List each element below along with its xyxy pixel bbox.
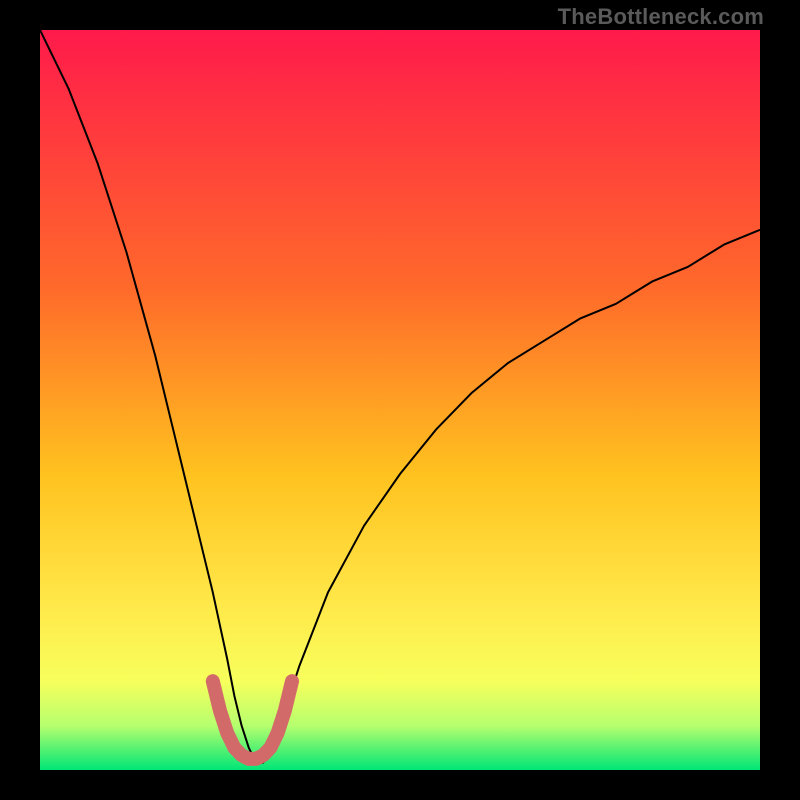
plot-area bbox=[40, 30, 760, 770]
chart-stage: TheBottleneck.com bbox=[0, 0, 800, 800]
plot-svg bbox=[40, 30, 760, 770]
watermark-text: TheBottleneck.com bbox=[558, 4, 764, 30]
gradient-background bbox=[40, 30, 760, 770]
